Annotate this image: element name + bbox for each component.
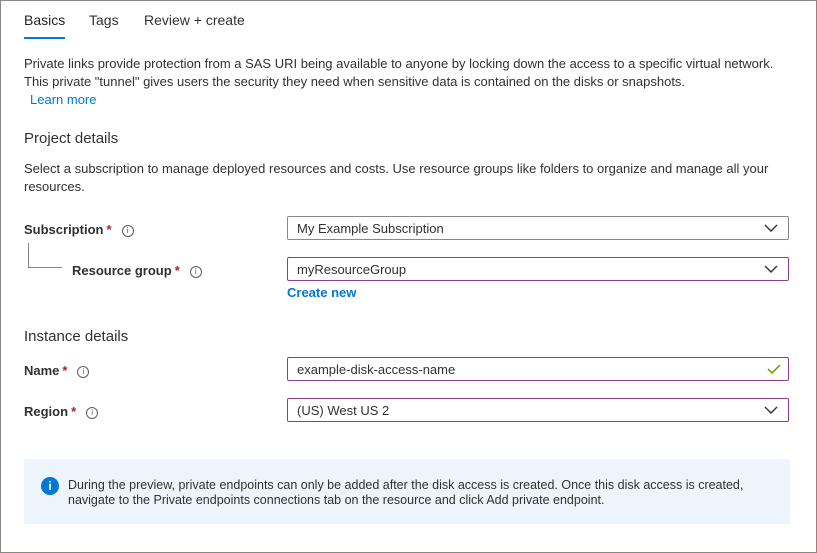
tab-basics[interactable]: Basics — [24, 12, 66, 39]
info-icon: i — [41, 477, 59, 495]
intro-text: Private links provide protection from a … — [24, 56, 774, 89]
instance-details-heading: Instance details — [24, 328, 129, 345]
tab-tags[interactable]: Tags — [89, 12, 119, 28]
tree-connector-vertical — [28, 243, 29, 267]
tab-review-create[interactable]: Review + create — [144, 12, 245, 28]
info-banner: i During the preview, private endpoints … — [24, 459, 790, 524]
subscription-label: Subscription * i — [24, 222, 134, 237]
required-asterisk: * — [174, 263, 180, 278]
info-icon[interactable]: i — [189, 266, 202, 278]
tree-connector-horizontal — [28, 267, 62, 268]
valid-check-icon — [767, 364, 781, 375]
name-value: example-disk-access-name — [297, 362, 456, 377]
banner-text: During the preview, private endpoints ca… — [68, 478, 744, 507]
chevron-down-icon — [764, 265, 778, 273]
resource-group-label: Resource group * i — [72, 263, 202, 278]
region-value: (US) West US 2 — [297, 403, 390, 418]
chevron-down-icon — [764, 406, 778, 414]
intro-paragraph: Private links provide protection from a … — [24, 55, 784, 109]
region-dropdown[interactable]: (US) West US 2 — [287, 398, 789, 422]
learn-more-link[interactable]: Learn more — [30, 92, 96, 107]
required-asterisk: * — [71, 404, 77, 419]
name-input[interactable]: example-disk-access-name — [287, 357, 789, 381]
region-label-text: Region — [24, 404, 69, 419]
resource-group-value: myResourceGroup — [297, 262, 407, 277]
name-label: Name * i — [24, 363, 90, 378]
subscription-dropdown[interactable]: My Example Subscription — [287, 216, 789, 240]
name-label-text: Name — [24, 363, 60, 378]
project-details-description: Select a subscription to manage deployed… — [24, 161, 769, 194]
info-icon[interactable]: i — [77, 366, 90, 378]
project-details-heading: Project details — [24, 130, 119, 147]
resource-group-label-text: Resource group — [72, 263, 172, 278]
resource-group-dropdown[interactable]: myResourceGroup — [287, 257, 789, 281]
subscription-label-text: Subscription — [24, 222, 104, 237]
create-new-resource-group-link[interactable]: Create new — [287, 285, 356, 300]
subscription-value: My Example Subscription — [297, 221, 444, 236]
required-asterisk: * — [62, 363, 68, 378]
required-asterisk: * — [106, 222, 112, 237]
info-icon[interactable]: i — [121, 225, 134, 237]
chevron-down-icon — [764, 224, 778, 232]
info-icon[interactable]: i — [86, 407, 99, 419]
region-label: Region * i — [24, 404, 99, 419]
